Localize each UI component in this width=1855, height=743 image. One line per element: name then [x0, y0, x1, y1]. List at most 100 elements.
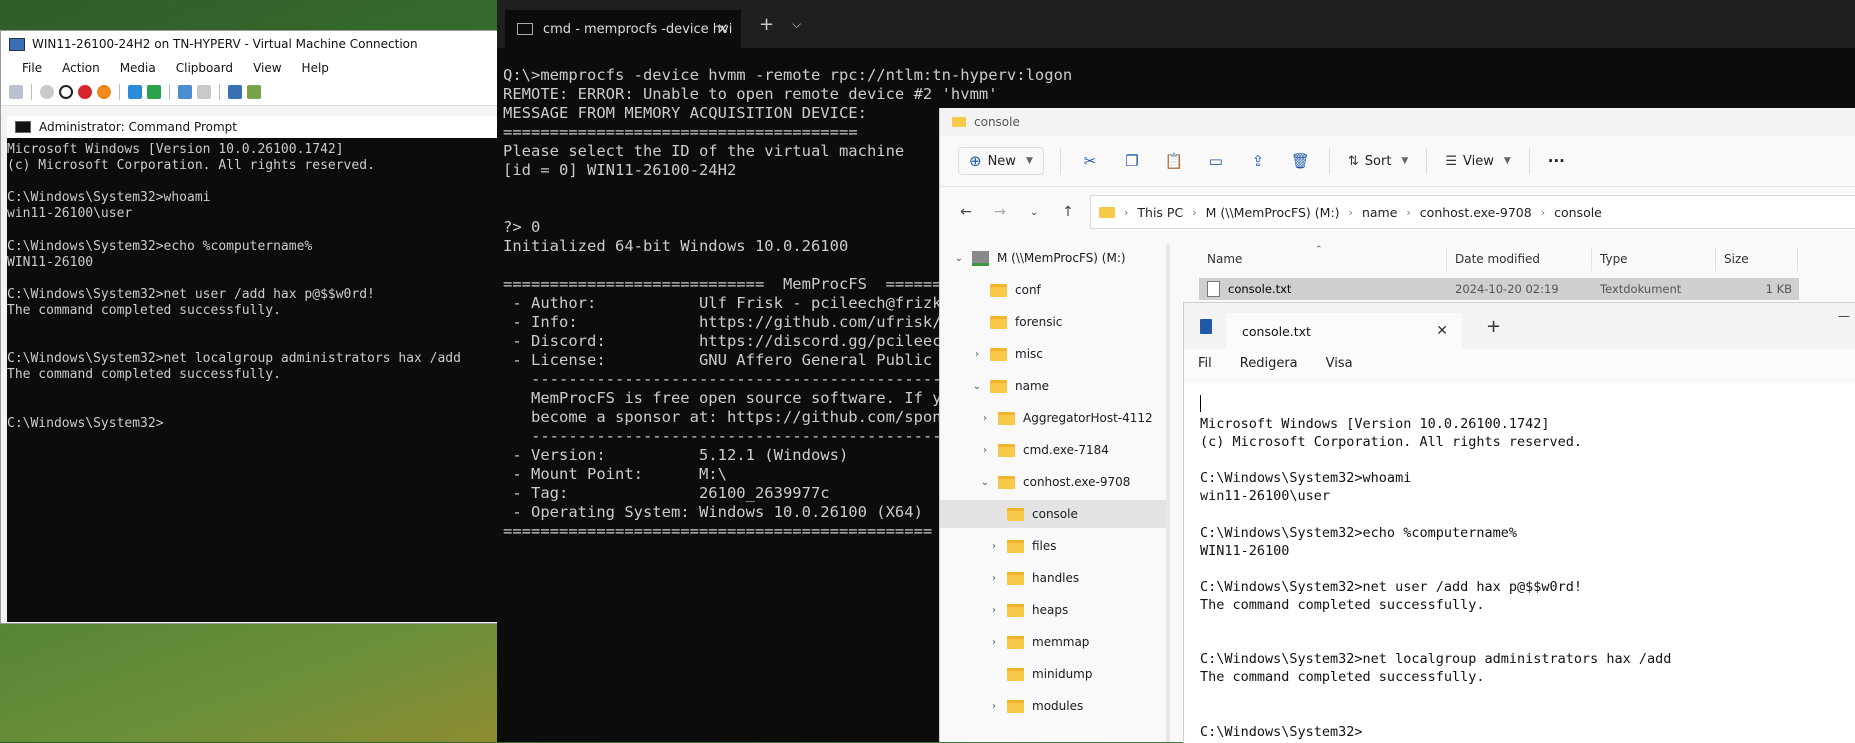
breadcrumb-name[interactable]: name [1362, 205, 1397, 220]
file-row[interactable]: console.txt 2024-10-20 02:19 Textdokumen… [1199, 278, 1799, 300]
share-icon[interactable] [247, 85, 261, 99]
explorer-titlebar[interactable]: console [940, 108, 1855, 136]
column-size[interactable]: Size [1716, 247, 1798, 271]
folder-icon [990, 315, 1007, 329]
toolbar-separator [169, 84, 170, 100]
terminal-line: Q:\>memprocfs -device hvmm -remote rpc:/… [503, 66, 1073, 84]
nav-item-heaps[interactable]: › heaps [987, 596, 1068, 624]
chevron-down-icon[interactable]: ⌄ [952, 253, 966, 264]
save-state-icon[interactable] [97, 85, 111, 99]
nav-item-forensic[interactable]: forensic [970, 308, 1062, 336]
notepad-menu-view[interactable]: Visa [1326, 356, 1353, 371]
chevron-right-icon[interactable]: › [978, 413, 992, 424]
chevron-right-icon[interactable]: › [987, 637, 1001, 648]
vm-menu-help[interactable]: Help [293, 59, 338, 77]
new-tab-icon[interactable]: + [1486, 316, 1501, 337]
nav-item-name[interactable]: ⌄ name [970, 372, 1049, 400]
vm-menu-file[interactable]: File [13, 59, 51, 77]
nav-item-aggregatorhost[interactable]: › AggregatorHost-4112 [978, 404, 1153, 432]
breadcrumb-console[interactable]: console [1554, 205, 1602, 220]
guest-cmd-line: Microsoft Windows [Version 10.0.26100.17… [7, 142, 344, 157]
notepad-menu-file[interactable]: Fil [1198, 356, 1212, 371]
notepad-menu-edit[interactable]: Redigera [1240, 356, 1298, 371]
nav-item-files[interactable]: › files [987, 532, 1057, 560]
chevron-right-icon[interactable]: › [987, 573, 1001, 584]
pause-icon[interactable] [128, 85, 142, 99]
folder-icon [1007, 571, 1024, 585]
vm-menu-view[interactable]: View [244, 59, 290, 77]
column-date[interactable]: Date modified [1447, 247, 1592, 271]
breadcrumb-conhost[interactable]: conhost.exe-9708 [1420, 205, 1532, 220]
vm-menu-action[interactable]: Action [53, 59, 109, 77]
nav-item-conhost[interactable]: ⌄ conhost.exe-9708 [978, 468, 1131, 496]
back-arrow-icon[interactable]: ← [954, 204, 978, 220]
guest-command-prompt[interactable]: Administrator: Command Prompt Microsoft … [7, 116, 498, 622]
paste-icon[interactable]: 📋 [1165, 152, 1184, 170]
notepad-line: (c) Microsoft Corporation. All rights re… [1200, 434, 1583, 451]
new-button[interactable]: ⊕ New ▼ [958, 147, 1044, 175]
chevron-down-icon[interactable]: ⌄ [970, 381, 984, 392]
guest-cmd-output[interactable]: Microsoft Windows [Version 10.0.26100.17… [7, 138, 498, 432]
chevron-down-icon[interactable]: ⌵ [792, 17, 801, 32]
nav-item-label: M (\\MemProcFS) (M:) [997, 251, 1126, 265]
nav-scrollbar[interactable] [1166, 244, 1170, 742]
checkpoint-icon[interactable] [178, 85, 192, 99]
view-button[interactable]: ☰ View ▼ [1445, 154, 1510, 169]
close-tab-icon[interactable]: ✕ [716, 20, 729, 38]
revert-icon[interactable] [197, 85, 211, 99]
chevron-right-icon[interactable]: › [987, 701, 1001, 712]
terminal-tab[interactable]: cmd - memprocfs -device hvi ✕ [505, 10, 741, 48]
start-icon[interactable] [40, 85, 54, 99]
nav-item-memmap[interactable]: › memmap [987, 628, 1089, 656]
nav-item-misc[interactable]: › misc [970, 340, 1043, 368]
terminal-line: - Mount Point: M:\ [503, 465, 727, 483]
share-icon[interactable]: ⇪ [1249, 152, 1267, 170]
forward-arrow-icon[interactable]: → [988, 204, 1012, 220]
close-tab-icon[interactable]: ✕ [1436, 323, 1448, 339]
nav-item-label: console [1032, 507, 1078, 521]
chevron-down-icon[interactable]: ⌄ [978, 477, 992, 488]
terminal-line: - Info: https://github.com/ufrisk/Me [503, 313, 961, 331]
terminal-line: - Version: 5.12.1 (Windows) [503, 446, 849, 464]
notepad-editor[interactable]: Microsoft Windows [Version 10.0.26100.17… [1184, 383, 1855, 743]
guest-cmd-titlebar[interactable]: Administrator: Command Prompt [7, 116, 498, 138]
chevron-right-icon[interactable]: › [987, 605, 1001, 616]
recent-chevron-icon[interactable]: ⌄ [1022, 207, 1046, 218]
notepad-tab[interactable]: console.txt ✕ [1226, 313, 1462, 349]
nav-item-drive[interactable]: ⌄ M (\\MemProcFS) (M:) [952, 244, 1166, 272]
enhanced-session-icon[interactable] [228, 85, 242, 99]
sort-button[interactable]: ⇅ Sort ▼ [1348, 154, 1408, 169]
turn-off-icon[interactable] [59, 85, 73, 99]
delete-icon[interactable]: 🗑 [1291, 152, 1310, 170]
nav-item-modules[interactable]: › modules [987, 692, 1083, 720]
address-bar[interactable]: › This PC › M (\\MemProcFS) (M:) › name … [1090, 195, 1855, 229]
nav-item-minidump[interactable]: minidump [987, 660, 1093, 688]
column-type[interactable]: Type [1592, 247, 1716, 271]
ctrl-alt-del-icon[interactable] [9, 85, 23, 99]
nav-item-handles[interactable]: › handles [987, 564, 1079, 592]
breadcrumb-drive[interactable]: M (\\MemProcFS) (M:) [1206, 205, 1340, 220]
more-options-button[interactable]: ··· [1548, 152, 1565, 170]
nav-item-conf[interactable]: conf [970, 276, 1041, 304]
notepad-text[interactable]: Microsoft Windows [Version 10.0.26100.17… [1200, 415, 1855, 741]
vm-menu-clipboard[interactable]: Clipboard [167, 59, 242, 77]
copy-icon[interactable]: ❐ [1123, 152, 1141, 170]
vm-titlebar[interactable]: WIN11-26100-24H2 on TN-HYPERV - Virtual … [1, 31, 498, 57]
cut-icon[interactable]: ✂ [1081, 152, 1099, 170]
guest-cmd-line: C:\Windows\System32> [7, 415, 164, 431]
new-tab-icon[interactable]: + [759, 14, 774, 35]
nav-item-cmd[interactable]: › cmd.exe-7184 [978, 436, 1109, 464]
breadcrumb-separator-icon: › [1540, 205, 1546, 219]
minimize-icon[interactable]: — [1838, 309, 1850, 323]
rename-icon[interactable]: ▭ [1207, 152, 1225, 170]
column-name[interactable]: Name ⌃ [1199, 245, 1447, 271]
nav-item-console[interactable]: console [940, 500, 1166, 528]
vm-menu-media[interactable]: Media [111, 59, 165, 77]
chevron-right-icon[interactable]: › [987, 541, 1001, 552]
resume-icon[interactable] [147, 85, 161, 99]
chevron-right-icon[interactable]: › [978, 445, 992, 456]
shutdown-icon[interactable] [78, 85, 92, 99]
chevron-right-icon[interactable]: › [970, 349, 984, 360]
breadcrumb-this-pc[interactable]: This PC [1137, 205, 1183, 220]
up-arrow-icon[interactable]: ↑ [1056, 204, 1080, 220]
